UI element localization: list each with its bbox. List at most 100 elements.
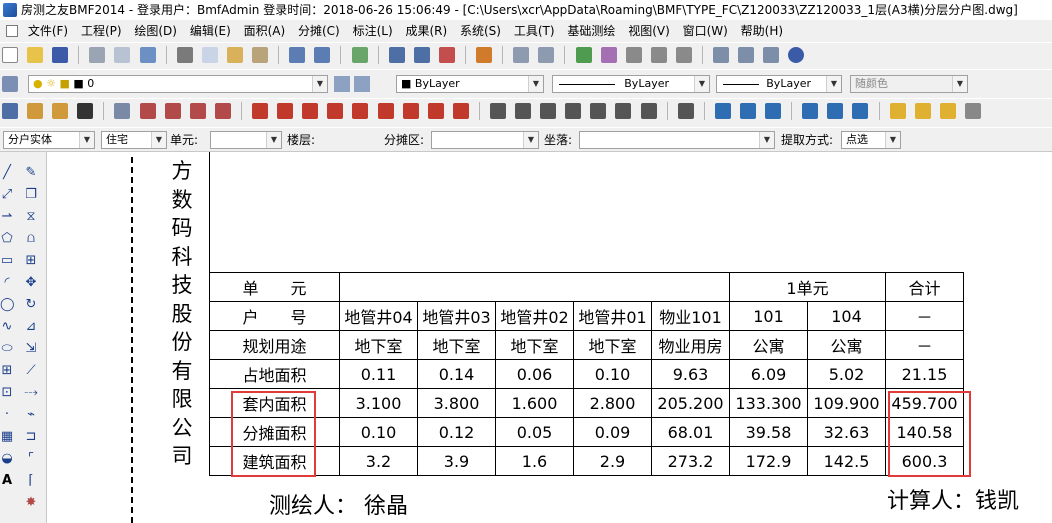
- tool-5-icon[interactable]: [114, 103, 131, 119]
- menu-annotate[interactable]: 标注(L): [349, 20, 398, 42]
- insert-block-icon[interactable]: ⊞: [0, 364, 14, 378]
- attach-e-icon[interactable]: [852, 103, 869, 119]
- zoom-window-icon[interactable]: [625, 47, 642, 63]
- menu-basic-survey[interactable]: 基础测绘: [563, 20, 620, 42]
- tool-2-icon[interactable]: [27, 103, 44, 119]
- stretch-icon[interactable]: ⇲: [24, 342, 38, 356]
- copy-object-icon[interactable]: ❐: [24, 188, 38, 202]
- menu-system[interactable]: 系统(S): [456, 20, 506, 42]
- menu-view[interactable]: 视图(V): [624, 20, 675, 42]
- make-block-icon[interactable]: ⊡: [0, 386, 14, 400]
- explode-icon[interactable]: ✸: [24, 496, 38, 510]
- line-icon[interactable]: ╱: [0, 166, 14, 180]
- export-4-icon[interactable]: [964, 103, 981, 119]
- menu-draw[interactable]: 绘图(D): [130, 20, 182, 42]
- arc-icon[interactable]: ◜: [0, 276, 14, 290]
- drawing-canvas[interactable]: 方 数 码 科 技 股 份 有 限 公 司 单 元 1单元 合计 户 号 地管井…: [47, 152, 1052, 523]
- rectangle-icon[interactable]: ▭: [0, 254, 14, 268]
- layer-combo[interactable]: ● ☼ ■ ■ 0 ▼: [28, 75, 328, 93]
- tool-1-icon[interactable]: [2, 103, 18, 119]
- seat-combo[interactable]: ▼: [579, 131, 775, 149]
- track-icon[interactable]: [388, 47, 405, 63]
- attach-b-icon[interactable]: [740, 103, 756, 119]
- menu-tools[interactable]: 工具(T): [510, 20, 560, 42]
- help-icon[interactable]: [788, 47, 805, 63]
- linetype-combo[interactable]: ByLayer ▼: [552, 75, 710, 93]
- plotstyle-combo[interactable]: 随颜色 ▼: [850, 75, 968, 93]
- print-icon[interactable]: [89, 47, 106, 63]
- tool-7-icon[interactable]: [164, 103, 181, 119]
- mirror-icon[interactable]: ⧖: [24, 210, 38, 224]
- viewport-icon[interactable]: [538, 47, 555, 63]
- construction-line-icon[interactable]: ⤢: [0, 188, 14, 202]
- method-combo[interactable]: 点选 ▼: [841, 131, 901, 149]
- region-icon[interactable]: ◒: [0, 452, 14, 466]
- menu-share[interactable]: 分摊(C): [294, 20, 345, 42]
- public-wall-icon[interactable]: [590, 103, 607, 119]
- ucs-icon[interactable]: [413, 47, 430, 63]
- menu-window[interactable]: 窗口(W): [679, 20, 733, 42]
- menu-result[interactable]: 成果(R): [401, 20, 452, 42]
- attached-icon[interactable]: [427, 103, 444, 119]
- type-combo[interactable]: 住宅 ▼: [101, 131, 167, 149]
- tool-3-icon[interactable]: [52, 103, 69, 119]
- new-file-icon[interactable]: [2, 47, 18, 63]
- hatch-icon[interactable]: ▦: [0, 430, 14, 444]
- attach-c-icon[interactable]: [765, 103, 782, 119]
- make-current-layer-icon[interactable]: [334, 76, 350, 92]
- mode-combo[interactable]: 分户实体 ▼: [3, 131, 95, 149]
- storage-icon[interactable]: [377, 103, 394, 119]
- zoom-extents-icon[interactable]: [650, 47, 667, 63]
- point-icon[interactable]: ·: [0, 408, 14, 422]
- copy-icon[interactable]: [201, 47, 218, 63]
- print-preview-icon[interactable]: [114, 47, 131, 63]
- public-icon[interactable]: [489, 103, 506, 119]
- document-icon[interactable]: [6, 25, 18, 37]
- text-icon[interactable]: A: [0, 474, 14, 488]
- attach-d-icon[interactable]: [827, 103, 844, 119]
- erase-icon[interactable]: ✎: [24, 166, 38, 180]
- hyperlink-icon[interactable]: [351, 47, 368, 63]
- array-icon[interactable]: ⊞: [24, 254, 38, 268]
- distance-icon[interactable]: [438, 47, 455, 63]
- menu-help[interactable]: 帮助(H): [737, 20, 788, 42]
- garage-icon[interactable]: [302, 103, 319, 119]
- tool-6-icon[interactable]: [139, 103, 156, 119]
- properties-icon[interactable]: [713, 47, 730, 63]
- join-icon[interactable]: ⊐: [24, 430, 38, 444]
- move-icon[interactable]: ✥: [24, 276, 38, 290]
- circle-icon[interactable]: ◯: [0, 298, 15, 312]
- garden-icon[interactable]: [352, 103, 369, 119]
- unit-combo[interactable]: ▼: [210, 131, 282, 149]
- area-combo[interactable]: ▼: [431, 131, 539, 149]
- tool-4-icon[interactable]: [77, 103, 94, 119]
- chamfer-icon[interactable]: ⌜: [24, 452, 38, 466]
- scale-icon[interactable]: ⊿: [24, 320, 38, 334]
- tool-9-icon[interactable]: [214, 103, 231, 119]
- building-icon[interactable]: [802, 103, 819, 119]
- polygon-icon[interactable]: ⬠: [0, 232, 14, 246]
- pan-icon[interactable]: [575, 47, 592, 63]
- zoom-realtime-icon[interactable]: [600, 47, 617, 63]
- export-3-icon[interactable]: [939, 103, 956, 119]
- room-icon[interactable]: [252, 103, 269, 119]
- corridor-icon[interactable]: [540, 103, 557, 119]
- region-icon[interactable]: [277, 103, 294, 119]
- menu-edit[interactable]: 编辑(E): [186, 20, 236, 42]
- zoom-previous-icon[interactable]: [675, 47, 692, 63]
- color-combo[interactable]: ■ ByLayer ▼: [396, 75, 544, 93]
- design-center-icon[interactable]: [738, 47, 755, 63]
- open-icon[interactable]: [615, 103, 632, 119]
- match-properties-icon[interactable]: [252, 47, 269, 63]
- break-icon[interactable]: ⌁: [24, 408, 38, 422]
- fillet-icon[interactable]: ⌈: [24, 474, 38, 488]
- offset-icon[interactable]: ⩍: [24, 232, 38, 246]
- main-icon[interactable]: [714, 103, 731, 119]
- save-icon[interactable]: [52, 47, 69, 63]
- shop-icon[interactable]: [327, 103, 344, 119]
- export-2-icon[interactable]: [914, 103, 931, 119]
- tool-palette-icon[interactable]: [763, 47, 780, 63]
- cut-icon[interactable]: [176, 47, 193, 63]
- lineweight-combo[interactable]: ByLayer ▼: [716, 75, 842, 93]
- menu-file[interactable]: 文件(F): [24, 20, 73, 42]
